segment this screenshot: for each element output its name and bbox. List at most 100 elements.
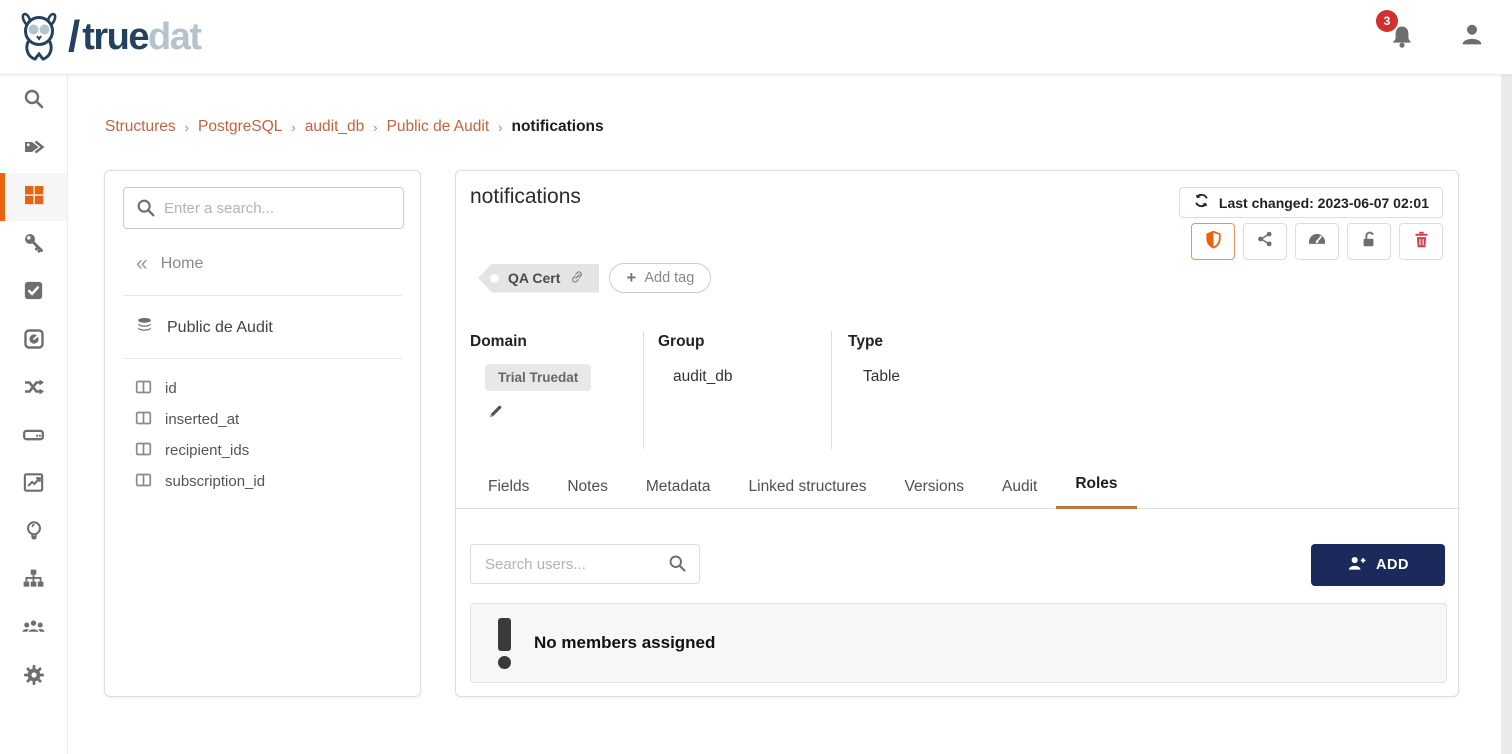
tag-label: QA Cert	[508, 270, 560, 286]
group-label: Group	[658, 333, 831, 351]
rail-item-insights[interactable]	[0, 509, 67, 557]
columns-icon	[135, 410, 152, 430]
exclamation-icon	[498, 618, 511, 669]
breadcrumb-public-de-audit[interactable]: Public de Audit	[387, 118, 490, 136]
tree-parent-item[interactable]: Public de Audit	[135, 314, 420, 342]
columns-icon	[135, 472, 152, 492]
breadcrumb-structures[interactable]: Structures	[105, 118, 176, 136]
truedat-logo[interactable]: / truedat	[16, 11, 201, 63]
detail-tabs: Fields Notes Metadata Linked structures …	[456, 473, 1460, 509]
logo-text: truedat	[82, 13, 200, 61]
rail-item-lineage[interactable]	[0, 365, 67, 413]
edit-domain-button[interactable]	[487, 402, 505, 425]
refresh-icon[interactable]	[1193, 192, 1210, 214]
rail-item-taxonomy[interactable]	[0, 557, 67, 605]
group-value: audit_db	[673, 368, 831, 386]
unlock-button[interactable]	[1347, 223, 1391, 260]
shield-icon	[1204, 229, 1223, 255]
divider	[123, 295, 402, 296]
pencil-icon	[487, 407, 505, 424]
tab-versions[interactable]: Versions	[886, 478, 983, 509]
empty-members-text: No members assigned	[534, 633, 715, 653]
rail-item-groups[interactable]	[0, 605, 67, 653]
tree-search-input[interactable]	[123, 187, 404, 229]
breadcrumb-separator: ›	[498, 120, 502, 135]
grid-icon	[22, 183, 46, 212]
share-button[interactable]	[1243, 223, 1287, 260]
empty-members-message: No members assigned	[470, 603, 1447, 683]
rail-item-quality[interactable]	[0, 317, 67, 365]
header-actions: 3	[1388, 21, 1512, 54]
notifications-bell-button[interactable]: 3	[1388, 22, 1416, 52]
logo-slash: /	[68, 13, 80, 61]
tree-field-item[interactable]: subscription_id	[135, 466, 420, 497]
last-changed-box: Last changed: 2023-06-07 02:01	[1179, 187, 1443, 218]
rail-item-sources[interactable]	[0, 413, 67, 461]
columns-icon	[135, 379, 152, 399]
app-root: / truedat 3	[0, 0, 1512, 754]
domain-value-chip[interactable]: Trial Truedat	[485, 364, 591, 391]
columns-icon	[135, 441, 152, 461]
gauge-icon	[22, 327, 46, 356]
type-label: Type	[848, 333, 1131, 351]
rail-item-search[interactable]	[0, 77, 67, 125]
users-search-input[interactable]	[470, 544, 700, 584]
quality-gauge-button[interactable]	[1295, 223, 1339, 260]
user-plus-icon	[1347, 555, 1367, 576]
tree-fields-list: id inserted_at recipient_ids subscriptio…	[135, 373, 420, 497]
top-header: / truedat 3	[0, 0, 1512, 75]
page-scrollbar[interactable]	[1501, 72, 1512, 754]
rail-item-tags[interactable]	[0, 125, 67, 173]
icon-rail	[0, 75, 68, 754]
breadcrumb-current: notifications	[511, 118, 603, 136]
trash-icon	[1413, 230, 1430, 254]
breadcrumb-separator: ›	[185, 120, 189, 135]
breadcrumb: Structures › PostgreSQL › audit_db › Pub…	[105, 118, 604, 136]
tab-metadata[interactable]: Metadata	[627, 478, 730, 509]
domain-column: Domain Trial Truedat	[456, 331, 643, 449]
lightbulb-icon	[23, 519, 45, 548]
breadcrumb-audit-db[interactable]: audit_db	[305, 118, 364, 136]
rail-item-dashboards[interactable]	[0, 461, 67, 509]
tab-fields[interactable]: Fields	[469, 478, 548, 509]
collapse-left-icon: «	[136, 254, 148, 274]
tab-linked-structures[interactable]: Linked structures	[730, 478, 886, 509]
delete-button[interactable]	[1399, 223, 1443, 260]
add-tag-button[interactable]: + Add tag	[609, 263, 711, 293]
tab-roles[interactable]: Roles	[1056, 475, 1136, 509]
bell-icon	[1388, 39, 1416, 56]
tab-notes[interactable]: Notes	[548, 478, 627, 509]
tags-icon	[22, 135, 46, 164]
protect-button[interactable]	[1191, 223, 1235, 260]
check-square-icon	[22, 279, 45, 307]
unlock-icon	[1360, 230, 1379, 254]
tag-hole	[490, 274, 499, 283]
tree-home-link[interactable]: « Home	[136, 249, 420, 279]
add-member-button[interactable]: ADD	[1311, 544, 1445, 586]
tree-field-item[interactable]: inserted_at	[135, 404, 420, 435]
meta-section: Domain Trial Truedat Group audit_db Type…	[456, 331, 1460, 449]
tree-field-item[interactable]: recipient_ids	[135, 435, 420, 466]
page-title: notifications	[470, 185, 581, 209]
add-member-label: ADD	[1376, 557, 1409, 573]
tree-parent-label: Public de Audit	[167, 319, 273, 337]
breadcrumb-postgresql[interactable]: PostgreSQL	[198, 118, 282, 136]
rail-item-structures[interactable]	[0, 173, 67, 221]
tree-search	[123, 187, 402, 229]
search-icon	[22, 87, 46, 116]
field-label: subscription_id	[165, 473, 265, 490]
share-icon	[1256, 230, 1274, 253]
link-icon	[569, 269, 585, 288]
tree-field-item[interactable]: id	[135, 373, 420, 404]
rail-item-tasks[interactable]	[0, 269, 67, 317]
rail-item-settings[interactable]	[0, 653, 67, 701]
add-tag-label: Add tag	[644, 270, 694, 286]
tag-chip-qa-cert[interactable]: QA Cert	[478, 264, 599, 293]
rail-item-permissions[interactable]	[0, 221, 67, 269]
notification-count-badge: 3	[1376, 10, 1398, 32]
tags-row: QA Cert + Add tag	[478, 263, 711, 293]
search-icon	[135, 197, 157, 224]
tab-audit[interactable]: Audit	[983, 478, 1056, 509]
user-menu-button[interactable]	[1458, 21, 1486, 54]
structure-tree-panel: « Home Public de Audit id inserted_at re…	[104, 170, 421, 697]
